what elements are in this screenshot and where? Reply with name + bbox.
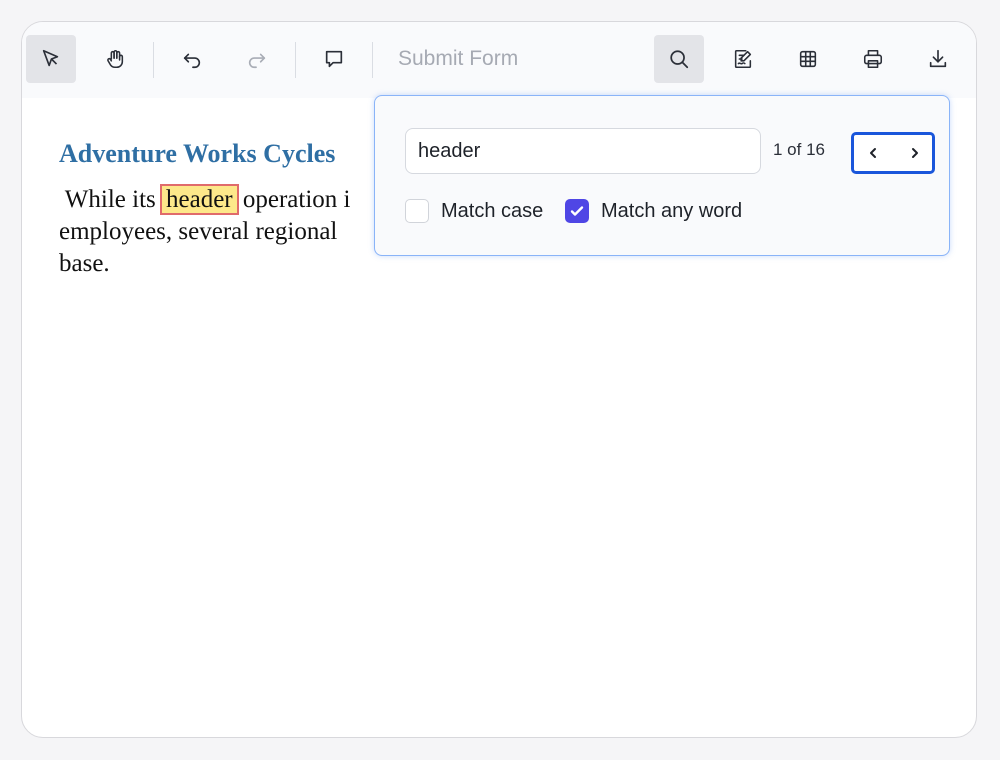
search-icon xyxy=(670,50,689,69)
grid-icon xyxy=(799,50,817,68)
next-result-button[interactable] xyxy=(896,135,934,171)
match-case-option[interactable]: Match case xyxy=(405,198,543,224)
comment-button[interactable] xyxy=(309,35,359,83)
toolbar-divider xyxy=(153,42,154,78)
sign-button[interactable] xyxy=(718,35,768,83)
toolbar-divider xyxy=(295,42,296,78)
redo-icon xyxy=(248,53,266,69)
redo-button[interactable] xyxy=(232,35,282,83)
text-run: operation i xyxy=(236,186,351,213)
printer-icon xyxy=(863,49,883,69)
match-any-word-option[interactable]: Match any word xyxy=(565,198,742,224)
search-button[interactable] xyxy=(654,35,704,83)
match-case-checkbox[interactable] xyxy=(405,199,429,223)
comment-icon xyxy=(325,50,343,68)
undo-button[interactable] xyxy=(167,35,217,83)
previous-result-button[interactable] xyxy=(854,135,892,171)
pointer-icon xyxy=(42,49,59,67)
chevron-right-icon xyxy=(912,148,918,158)
signature-icon xyxy=(734,49,752,69)
print-button[interactable] xyxy=(848,35,898,83)
search-input[interactable] xyxy=(405,128,761,174)
thumbnails-button[interactable] xyxy=(783,35,833,83)
match-case-label: Match case xyxy=(441,199,544,222)
undo-icon xyxy=(183,53,201,69)
text-run: While its xyxy=(59,186,163,213)
download-button[interactable] xyxy=(913,35,963,83)
chevron-left-icon xyxy=(870,148,876,158)
match-any-word-checkbox[interactable] xyxy=(565,199,589,223)
select-tool-button[interactable] xyxy=(26,35,76,83)
submit-form-button[interactable]: Submit Form xyxy=(398,35,518,83)
search-highlight: header xyxy=(160,184,239,215)
find-panel: 1 of 16 Match case Match any word xyxy=(374,95,950,256)
viewer-window: Submit Form Adventure Works Cycles While… xyxy=(21,21,977,738)
match-count: 1 of 16 xyxy=(773,140,825,159)
match-any-word-label: Match any word xyxy=(601,199,743,222)
toolbar-divider xyxy=(372,42,373,78)
download-icon xyxy=(929,49,947,68)
result-navigation xyxy=(851,132,935,174)
checkmark-icon xyxy=(570,206,584,216)
pan-tool-button[interactable] xyxy=(90,35,140,83)
toolbar: Submit Form xyxy=(22,22,976,98)
hand-icon xyxy=(107,50,124,69)
